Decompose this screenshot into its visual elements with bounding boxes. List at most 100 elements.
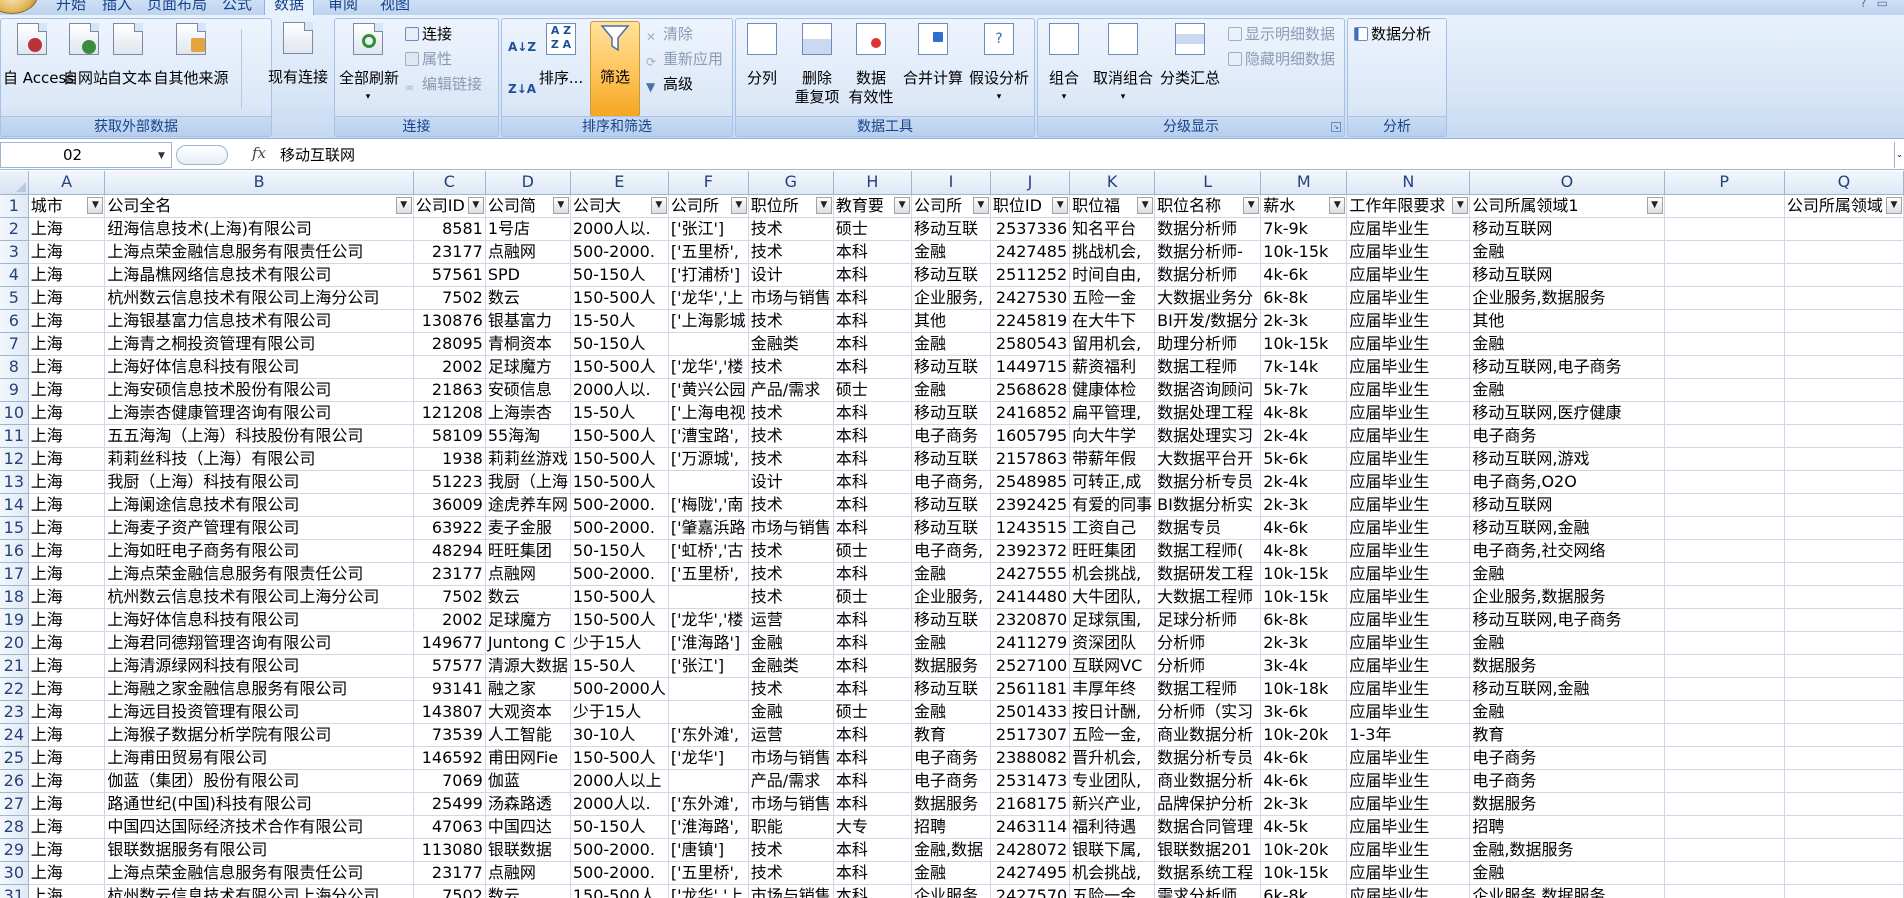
properties-button[interactable]: 属性: [405, 49, 452, 69]
cell[interactable]: ['唐镇']: [668, 838, 749, 862]
cell[interactable]: [668, 769, 749, 793]
cell[interactable]: 数据咨询顾问: [1154, 378, 1262, 402]
cell[interactable]: 数据处理工程: [1154, 401, 1262, 425]
filter-button[interactable]: 筛选: [590, 21, 640, 117]
header-cell[interactable]: 城市 ▼: [28, 194, 106, 218]
cell[interactable]: ['张江']: [668, 217, 749, 241]
column-header[interactable]: P: [1664, 171, 1785, 195]
header-cell[interactable]: 公司简 ▼: [485, 194, 571, 218]
cell[interactable]: 2527100: [990, 654, 1071, 678]
remove-duplicates-button[interactable]: 删除 重复项: [788, 23, 846, 107]
cell[interactable]: [1664, 838, 1785, 862]
cell[interactable]: 互联网VC: [1069, 654, 1156, 678]
clear-filter-button[interactable]: ✕ 清除: [646, 24, 693, 44]
cell[interactable]: [1784, 240, 1904, 264]
cell[interactable]: 少于15人: [570, 631, 669, 655]
cell[interactable]: ['虹桥','古: [668, 539, 749, 563]
cell[interactable]: 上海: [28, 217, 106, 241]
cell[interactable]: 上海: [28, 562, 106, 586]
cell[interactable]: 8581: [413, 217, 486, 241]
cell[interactable]: 上海好体信息科技有限公司: [104, 608, 414, 632]
cell[interactable]: 足球氛围,: [1069, 608, 1156, 632]
cell[interactable]: 上海: [28, 516, 106, 540]
sort-button[interactable]: A ZZ A 排序...: [536, 23, 586, 88]
cell[interactable]: 2k-3k: [1260, 309, 1348, 333]
cell[interactable]: [1664, 585, 1785, 609]
cell[interactable]: 本科: [833, 838, 913, 862]
cell[interactable]: 数据工程师(: [1154, 539, 1262, 563]
cell[interactable]: [1784, 332, 1904, 356]
help-icon[interactable]: ?▭: [1860, 0, 1898, 10]
cell[interactable]: 数据系统工程: [1154, 861, 1262, 885]
cell[interactable]: 数据分析专员: [1154, 470, 1262, 494]
cell[interactable]: 143807: [413, 700, 486, 724]
cell[interactable]: 应届毕业生: [1346, 585, 1471, 609]
cell[interactable]: 2414480: [990, 585, 1071, 609]
cell[interactable]: 应届毕业生: [1346, 401, 1471, 425]
cell[interactable]: 上海甫田贸易有限公司: [104, 746, 414, 770]
column-header[interactable]: I: [911, 171, 991, 195]
column-header[interactable]: A: [28, 171, 106, 195]
cell[interactable]: ['黄兴公园: [668, 378, 749, 402]
formula-zoom-icon[interactable]: [176, 145, 228, 165]
cell[interactable]: 55海淘: [485, 424, 571, 448]
cell[interactable]: 23177: [413, 240, 486, 264]
header-cell[interactable]: 公司大 ▼: [570, 194, 669, 218]
cell[interactable]: 移动互联网,游戏: [1469, 447, 1665, 471]
cell[interactable]: 产品/需求: [748, 769, 834, 793]
cell[interactable]: 7069: [413, 769, 486, 793]
cell[interactable]: 伽蓝（集团）股份有限公司: [104, 769, 414, 793]
tab-home[interactable]: 开始: [50, 0, 92, 15]
from-text-button[interactable]: 自文本: [107, 23, 152, 88]
cell[interactable]: 移动互联网,电子商务: [1469, 608, 1665, 632]
cell[interactable]: 金融类: [748, 332, 834, 356]
header-cell[interactable]: 公司所 ▼: [911, 194, 991, 218]
cell[interactable]: 大专: [833, 815, 913, 839]
cell[interactable]: 电子商务,: [911, 470, 991, 494]
cell[interactable]: 应届毕业生: [1346, 240, 1471, 264]
cell[interactable]: 数据服务: [911, 792, 991, 816]
cell[interactable]: 应届毕业生: [1346, 861, 1471, 885]
cell[interactable]: [1664, 516, 1785, 540]
cell[interactable]: 移动互联: [911, 401, 991, 425]
cell[interactable]: [1784, 424, 1904, 448]
cell[interactable]: BI数据分析实: [1154, 493, 1262, 517]
ungroup-button[interactable]: 取消组合 ▾: [1090, 23, 1156, 107]
row-header[interactable]: 29: [0, 838, 29, 862]
cell[interactable]: 应届毕业生: [1346, 447, 1471, 471]
tab-formulas[interactable]: 公式: [214, 0, 260, 15]
cell[interactable]: 应届毕业生: [1346, 378, 1471, 402]
cell[interactable]: 7k-9k: [1260, 217, 1348, 241]
cell[interactable]: ['肇嘉浜路: [668, 516, 749, 540]
cell[interactable]: 电子商务,O2O: [1469, 470, 1665, 494]
cell[interactable]: 上海青之桐投资管理有限公司: [104, 332, 414, 356]
cell[interactable]: 融之家: [485, 677, 571, 701]
cell[interactable]: 移动互联: [911, 516, 991, 540]
tab-review[interactable]: 审阅: [320, 0, 366, 15]
cell[interactable]: [1664, 493, 1785, 517]
cell[interactable]: 本科: [833, 654, 913, 678]
filter-dropdown-icon[interactable]: ▼: [552, 196, 569, 214]
cell[interactable]: 47063: [413, 815, 486, 839]
filter-dropdown-icon[interactable]: ▼: [1052, 196, 1069, 214]
cell[interactable]: 硕士: [833, 700, 913, 724]
cell[interactable]: 金融类: [748, 654, 834, 678]
advanced-filter-button[interactable]: ▼ 高级: [646, 74, 693, 94]
cell[interactable]: 青桐资本: [485, 332, 571, 356]
cell[interactable]: 应届毕业生: [1346, 608, 1471, 632]
cell[interactable]: 2427495: [990, 861, 1071, 885]
cell[interactable]: 麦子金服: [485, 516, 571, 540]
cell[interactable]: [1784, 861, 1904, 885]
cell[interactable]: [1784, 447, 1904, 471]
cell[interactable]: ['万源城',: [668, 447, 749, 471]
cell[interactable]: 本科: [833, 355, 913, 379]
filter-dropdown-icon[interactable]: ▼: [815, 196, 832, 214]
cell[interactable]: [1784, 309, 1904, 333]
cell[interactable]: [668, 585, 749, 609]
cell[interactable]: 48294: [413, 539, 486, 563]
cell[interactable]: 新兴产业,: [1069, 792, 1156, 816]
cell[interactable]: 中国四达国际经济技术合作有限公司: [104, 815, 414, 839]
existing-connections-button[interactable]: 现有连接: [264, 22, 332, 87]
cell[interactable]: 上海银基富力信息技术有限公司: [104, 309, 414, 333]
filter-dropdown-icon[interactable]: ▼: [1137, 196, 1154, 214]
